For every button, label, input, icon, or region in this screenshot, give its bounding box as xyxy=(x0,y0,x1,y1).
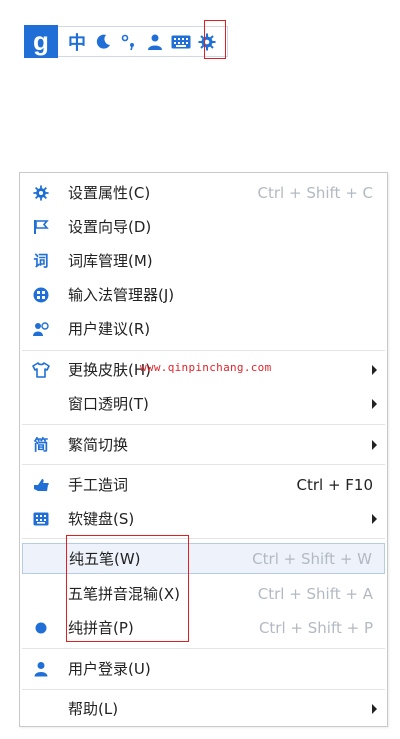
selected-dot-icon xyxy=(32,619,50,637)
submenu-arrow-icon xyxy=(372,439,377,450)
menu-shortcut: Ctrl + F10 xyxy=(296,475,373,494)
menu-item-feedback[interactable]: 用户建议(R) xyxy=(20,313,387,344)
menu-item-setup-wizard[interactable]: 设置向导(D) xyxy=(20,211,387,242)
menu-item-user-login[interactable]: 用户登录(U) xyxy=(20,653,387,684)
menu-label: 用户登录(U) xyxy=(68,660,151,678)
user-icon xyxy=(32,660,50,678)
menu-item-manual-word[interactable]: 手工造词 Ctrl + F10 xyxy=(20,469,387,500)
flag-icon xyxy=(32,218,50,236)
hand-icon xyxy=(32,476,50,494)
menu-label: 设置属性(C) xyxy=(68,184,151,202)
menu-shortcut: Ctrl + Shift + C xyxy=(257,183,373,202)
keyboard-icon[interactable] xyxy=(168,30,194,54)
menu-label: 用户建议(R) xyxy=(68,320,151,338)
shirt-icon xyxy=(32,361,50,379)
menu-label: 繁简切换 xyxy=(68,436,129,454)
grid-circle-icon xyxy=(32,286,50,304)
user-icon[interactable] xyxy=(142,30,168,54)
dictionary-icon: 词 xyxy=(33,252,49,270)
punctuation-icon[interactable] xyxy=(116,30,142,54)
menu-item-help[interactable]: 帮助(L) xyxy=(20,693,387,724)
gear-highlight-box xyxy=(204,20,226,59)
menu-shortcut: Ctrl + Shift + A xyxy=(257,584,373,603)
moon-icon[interactable] xyxy=(90,30,116,54)
menu-item-dictionary[interactable]: 词 词库管理(M) xyxy=(20,245,387,276)
keyboard-icon xyxy=(32,510,50,528)
menu-separator xyxy=(22,464,385,465)
menu-shortcut: Ctrl + Shift + P xyxy=(258,618,373,637)
logo-icon[interactable]: g xyxy=(24,25,58,58)
menu-item-ime-manager[interactable]: 输入法管理器(J) xyxy=(20,279,387,310)
lang-cn-icon[interactable]: 中 xyxy=(64,30,90,54)
menu-shortcut: Ctrl + Shift + W xyxy=(252,549,372,568)
menu-item-trad-simp[interactable]: 简 繁简切换 xyxy=(20,429,387,460)
user-feedback-icon xyxy=(32,320,50,338)
simplified-icon: 简 xyxy=(33,436,49,454)
menu-label: 词库管理(M) xyxy=(68,252,153,270)
menu-label: 帮助(L) xyxy=(68,700,119,718)
menu-separator xyxy=(22,424,385,425)
gear-icon xyxy=(32,184,50,202)
menu-label: 手工造词 xyxy=(68,476,129,494)
submenu-arrow-icon xyxy=(372,364,377,375)
toolbar-icons: 中 xyxy=(58,26,228,57)
menu-separator xyxy=(22,350,385,351)
submenu-arrow-icon xyxy=(372,513,377,524)
watermark-text: www.qinpinchang.com xyxy=(140,361,272,374)
menu-label: 更换皮肤(H) xyxy=(68,361,151,379)
context-menu: 设置属性(C) Ctrl + Shift + C 设置向导(D) 词 词库管理(… xyxy=(19,172,388,727)
menu-label: 输入法管理器(J) xyxy=(68,286,175,304)
menu-separator xyxy=(22,648,385,649)
ime-toolbar: g 中 xyxy=(24,25,228,58)
menu-item-settings[interactable]: 设置属性(C) Ctrl + Shift + C xyxy=(20,177,387,208)
menu-label: 软键盘(S) xyxy=(68,510,135,528)
menu-separator xyxy=(22,689,385,690)
menu-label: 窗口透明(T) xyxy=(68,395,149,413)
menu-item-transparency[interactable]: 窗口透明(T) xyxy=(20,388,387,419)
menu-item-soft-keyboard[interactable]: 软键盘(S) xyxy=(20,503,387,534)
menu-label: 设置向导(D) xyxy=(68,218,152,236)
submenu-arrow-icon xyxy=(372,398,377,409)
submenu-arrow-icon xyxy=(372,703,377,714)
input-mode-highlight-box xyxy=(66,535,189,642)
